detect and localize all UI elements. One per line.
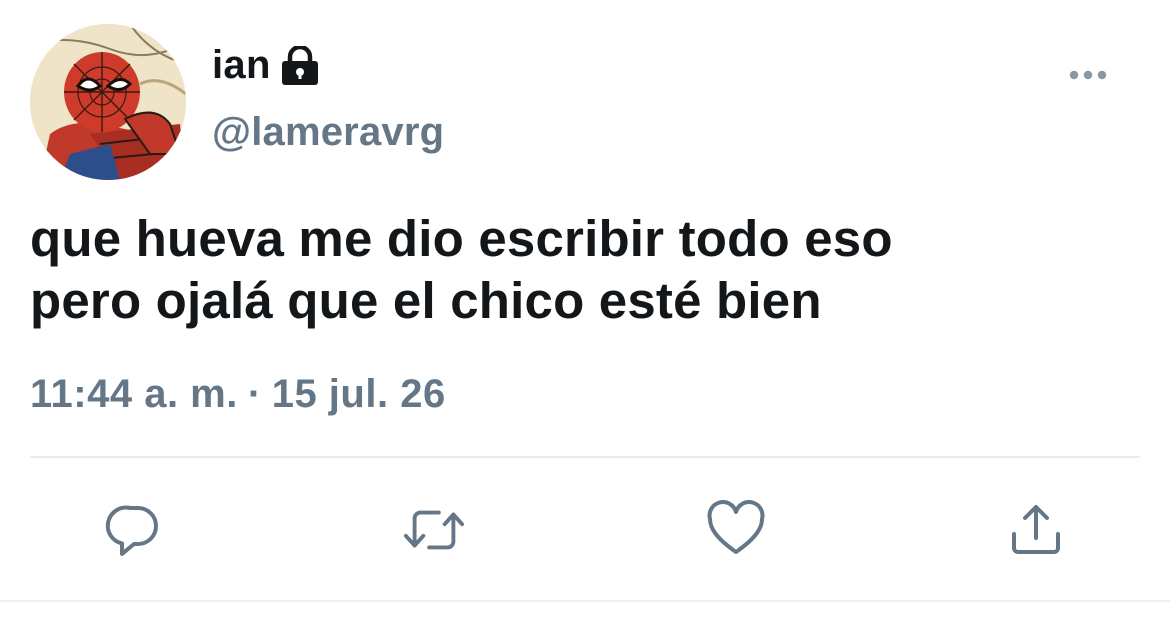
divider [30, 456, 1140, 458]
more-options-button[interactable] [1062, 60, 1114, 90]
timestamp-separator: · [247, 372, 262, 416]
share-button[interactable] [1004, 498, 1068, 562]
user-handle[interactable]: @lameravrg [212, 110, 444, 155]
bottom-divider [0, 600, 1170, 602]
reply-icon [105, 505, 158, 556]
share-icon [1012, 505, 1060, 554]
retweet-icon [403, 510, 465, 550]
more-options-icon [1069, 70, 1107, 80]
display-name[interactable]: ian [212, 43, 271, 88]
avatar[interactable] [30, 24, 186, 180]
tweet-line: que hueva me dio escribir todo eso [30, 210, 893, 267]
action-bar [0, 498, 1170, 562]
lock-icon [279, 44, 321, 86]
tweet-line: pero ojalá que el chico esté bien [30, 272, 822, 329]
like-button[interactable] [704, 498, 768, 562]
spiderman-avatar [30, 24, 186, 180]
retweet-button[interactable] [402, 498, 466, 562]
display-name-row: ian [212, 40, 321, 90]
tweet-timestamp[interactable]: 11:44 a. m. · 15 jul. 26 [30, 372, 446, 417]
tweet-date: 15 jul. 26 [271, 372, 446, 416]
tweet-time: 11:44 a. m. [30, 372, 238, 416]
like-icon [707, 500, 765, 554]
tweet-text: que hueva me dio escribir todo eso pero … [30, 208, 1140, 332]
reply-button[interactable] [102, 498, 166, 562]
